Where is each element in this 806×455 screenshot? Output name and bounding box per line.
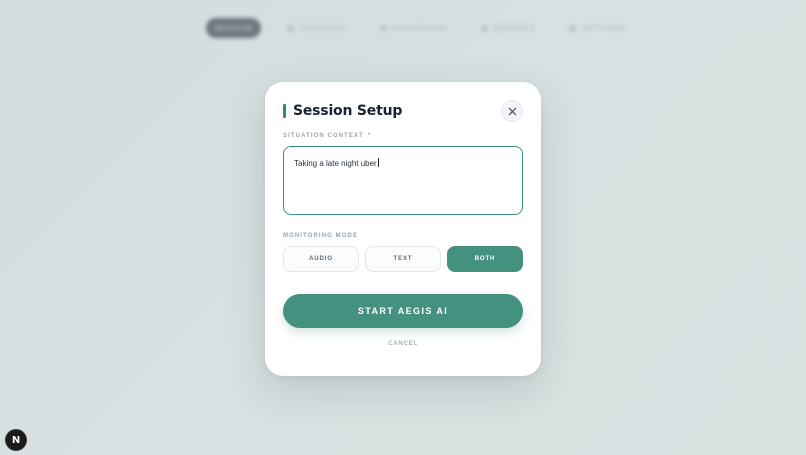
monitoring-mode-group: AUDIO TEXT BOTH	[283, 246, 523, 272]
cancel-button[interactable]: CANCEL	[283, 341, 523, 347]
modal-header: Session Setup	[283, 100, 523, 122]
situation-context-input[interactable]: Taking a late night uber	[283, 146, 523, 215]
next-logo-icon: N	[11, 434, 21, 446]
situation-context-label: SITUATION CONTEXT *	[283, 133, 523, 139]
mode-audio-button[interactable]: AUDIO	[283, 246, 359, 272]
dev-tools-badge[interactable]: N	[5, 429, 27, 451]
session-setup-modal: Session Setup SITUATION CONTEXT * Taking …	[265, 82, 541, 376]
required-marker: *	[367, 133, 372, 139]
title-accent-bar	[283, 104, 286, 118]
modal-title: Session Setup	[293, 103, 403, 119]
start-aegis-button[interactable]: START AEGIS AI	[283, 294, 523, 328]
text-caret	[377, 158, 379, 167]
mode-text-button[interactable]: TEXT	[365, 246, 441, 272]
situation-context-label-text: SITUATION CONTEXT	[283, 133, 364, 139]
close-icon	[508, 107, 516, 115]
monitoring-mode-label: MONITORING MODE	[283, 233, 359, 239]
title-wrap: Session Setup	[283, 103, 402, 119]
situation-context-value: Taking a late night uber	[294, 159, 377, 168]
close-button[interactable]	[501, 100, 523, 122]
mode-both-button[interactable]: BOTH	[447, 246, 523, 272]
